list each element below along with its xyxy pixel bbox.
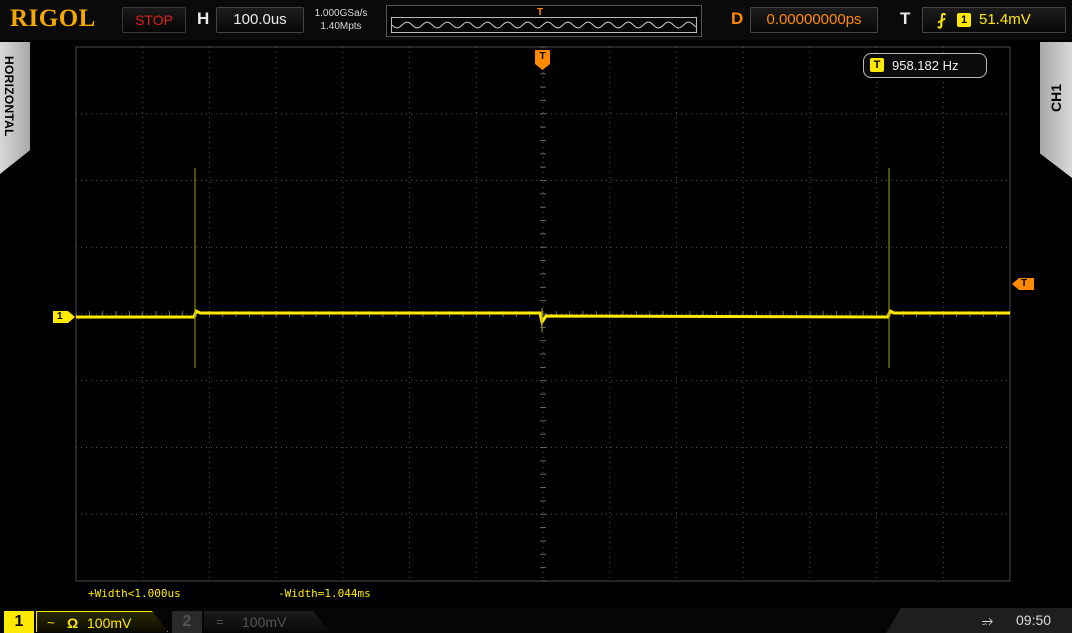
ch1-scale-value: 100mV — [87, 615, 132, 631]
ac-coupling-icon: ~ — [47, 615, 55, 630]
frequency-counter: T 958.182 Hz — [863, 53, 987, 78]
waveform-display[interactable] — [0, 0, 1072, 633]
impedance-icon: Ω — [67, 615, 79, 631]
frequency-value: 958.182 Hz — [892, 58, 959, 73]
system-status-tray: ⭌ 09:50 — [886, 608, 1072, 633]
ch2-number-badge[interactable]: 2 — [172, 611, 202, 633]
negative-width-measurement: -Width=1.044ms — [278, 587, 371, 600]
ch1-settings[interactable]: ~ Ω 100mV — [36, 611, 168, 632]
usb-icon: ⭌ — [982, 612, 994, 628]
clock: 09:50 — [1016, 612, 1052, 628]
ch2-settings[interactable]: = 100mV — [204, 611, 328, 631]
ch2-scale-value: 100mV — [242, 614, 287, 630]
counter-source-icon: T — [870, 58, 884, 72]
ch1-number-badge[interactable]: 1 — [4, 611, 34, 633]
oscilloscope-screen: RIGOL STOP H 100.0us 1.000GSa/s 1.40Mpts… — [0, 0, 1072, 633]
dc-coupling-icon: = — [216, 614, 224, 629]
channel-status-bar: 1 ~ Ω 100mV 2 = 100mV ⭌ 09:50 — [0, 608, 1072, 633]
positive-width-measurement: +Width<1.000us — [88, 587, 181, 600]
